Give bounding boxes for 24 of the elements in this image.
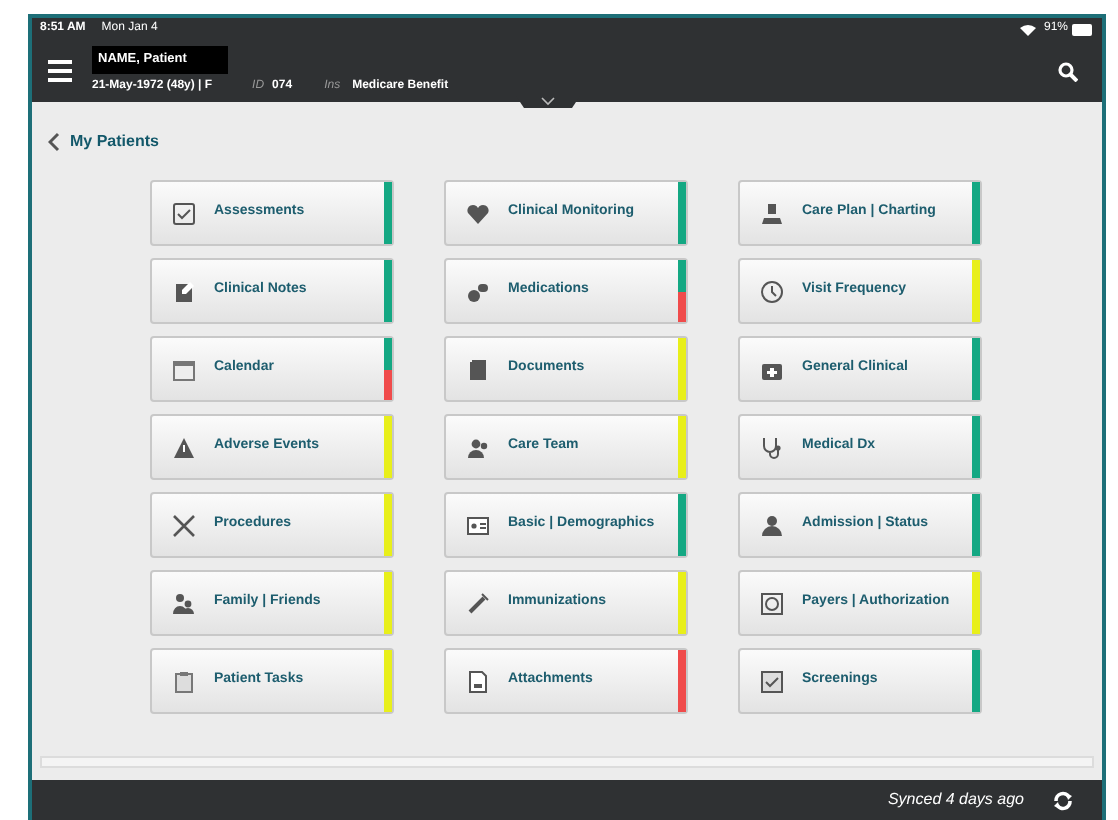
heart-icon: [466, 201, 490, 225]
menu-icon[interactable]: [48, 60, 72, 82]
pills-icon: [466, 279, 490, 303]
warning-icon: [172, 435, 196, 459]
checklist-icon: [760, 669, 784, 693]
file-icon: [466, 669, 490, 693]
person-icon: [760, 513, 784, 537]
sync-icon[interactable]: [1052, 789, 1074, 811]
family-icon: [172, 591, 196, 615]
back-chevron-icon: [48, 132, 60, 152]
stethoscope-icon: [760, 435, 784, 459]
notepad-icon: [172, 279, 196, 303]
clock-icon: [760, 279, 784, 303]
syringe-icon: [466, 591, 490, 615]
document-icon: [466, 357, 490, 381]
expand-tab[interactable]: [516, 96, 580, 112]
wifi-icon: [1019, 23, 1036, 35]
people-icon: [466, 435, 490, 459]
calendar-icon: [172, 357, 196, 381]
id-card-icon: [466, 513, 490, 537]
sync-status: Synced 4 days ago: [887, 788, 1024, 812]
search-icon[interactable]: [1058, 61, 1078, 81]
battery-icon: [1072, 23, 1094, 35]
back-link[interactable]: My Patients: [48, 130, 159, 154]
